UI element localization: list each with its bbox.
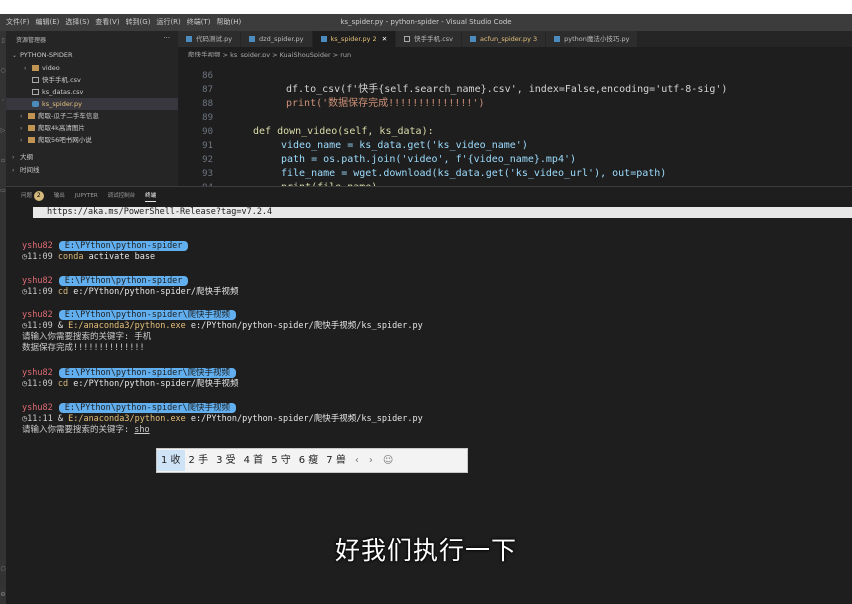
close-icon[interactable]: ✕ — [382, 35, 387, 43]
prompt-line: yshu82 E:\PYthon\python-spider\爬快手视频 — [22, 368, 237, 379]
prompt-line: yshu82 E:\PYthon\python-spider\爬快手视频 — [22, 403, 237, 414]
python-file-icon — [32, 101, 39, 107]
python-file-icon — [320, 36, 327, 42]
tab-output[interactable]: 输出 — [54, 190, 65, 202]
tree-item-novel[interactable]: › 爬取56吧书网小说 — [6, 134, 192, 146]
editor-tabs: 代码测试.py dzd_spider.py ks_spider.py 2 ✕ 快手… — [178, 31, 852, 47]
timeline-section[interactable]: › 时间线 — [6, 164, 184, 176]
folder-icon — [28, 137, 35, 143]
file-icon — [32, 89, 39, 95]
ime-candidate-5[interactable]: 5 守 — [267, 450, 295, 471]
ime-candidate-4[interactable]: 4 首 — [240, 450, 268, 471]
ime-composition-text[interactable]: sho — [134, 425, 149, 435]
tab-terminal[interactable]: 终端 — [145, 190, 157, 202]
tree-item-video[interactable]: › video — [6, 62, 196, 74]
tab-problems[interactable]: 问题 2 — [21, 190, 44, 202]
folder-icon — [32, 65, 39, 71]
python-file-icon — [186, 36, 192, 42]
command-line: ◷11:11 & E:/anaconda3/python.exe e:/PYth… — [22, 414, 423, 424]
video-subtitle: 好我们执行一下 — [334, 536, 517, 565]
code-line: 94 — [178, 167, 214, 193]
tab-jupyter[interactable]: JUPYTER — [75, 190, 98, 202]
tab-ks-spider[interactable]: ks_spider.py 2 ✕ — [312, 31, 397, 47]
command-line: ◷11:09 & E:/anaconda3/python.exe e:/PYth… — [22, 321, 423, 331]
vscode-window: 文件(F) 编辑(E) 选择(S) 查看(V) 转到(G) 运行(R) 终端(T… — [0, 14, 852, 604]
ime-candidate-7[interactable]: 7 兽 — [322, 450, 350, 471]
file-icon — [404, 36, 411, 42]
ime-candidate-6[interactable]: 6 瘦 — [295, 450, 323, 471]
window-title: ks_spider.py - python-spider - Visual St… — [340, 18, 512, 26]
python-file-icon — [470, 36, 477, 42]
user-label: yshu82 — [22, 241, 53, 251]
python-file-icon — [554, 36, 561, 42]
tree-item-guazi[interactable]: › 爬取-瓜子二手车信息 — [6, 110, 192, 122]
prompt-line: yshu82 E:\PYthon\python-spider\爬快手视频 — [22, 310, 237, 321]
user-label: yshu82 — [22, 368, 53, 378]
tab-acfun-spider[interactable]: acfun_spider.py 3 — [462, 31, 547, 47]
problem-count-badge: 2 — [33, 191, 44, 201]
output-line: 数据保存完成!!!!!!!!!!!!!! — [22, 343, 145, 353]
ime-prev-page-icon[interactable]: ‹ — [350, 455, 364, 466]
tree-item-4k-images[interactable]: › 爬取4k高清图片 — [6, 122, 192, 134]
code-editor[interactable]: 86 df.to_csv(f'快手{self.search_name}.csv'… — [178, 57, 852, 193]
ime-emoji-icon[interactable]: ☺ — [378, 455, 398, 466]
tab-python-tips[interactable]: python魔法小技巧.py — [546, 31, 639, 47]
path-badge: E:\PYthon\python-spider\爬快手视频 — [58, 368, 237, 378]
folder-icon — [28, 113, 35, 119]
tree-item-ks-spider-py[interactable]: ks_spider.py 2 — [6, 98, 204, 110]
outline-section[interactable]: › 大纲 — [6, 151, 184, 163]
file-icon — [32, 77, 39, 83]
command-line: ◷11:09 conda activate base — [22, 252, 156, 262]
path-badge: E:\PYthon\python-spider — [58, 276, 189, 286]
tab-dzd-spider[interactable]: dzd_spider.py — [241, 31, 313, 47]
path-badge: E:\PYthon\python-spider — [58, 241, 189, 251]
prompt-line: yshu82 E:\PYthon\python-spider — [22, 276, 189, 287]
python-file-icon — [249, 36, 256, 42]
chevron-right-icon: › — [12, 154, 15, 161]
chevron-down-icon: ⌄ — [12, 52, 18, 59]
code-line: 87 print('数据保存完成!!!!!!!!!!!!!!') — [202, 85, 485, 109]
code-line: 91 path = os.path.join('video', f'{video… — [202, 141, 577, 165]
code-line: 88 — [202, 99, 213, 109]
command-line: ◷11:09 cd e:/PYthon/python-spider/爬快手视频 — [22, 287, 239, 297]
project-root[interactable]: ⌄ PYTHON-SPIDER — [6, 49, 184, 61]
explorer-sidebar: 资源管理器 ··· ⌄ PYTHON-SPIDER › video 快手手机.csv… — [6, 31, 204, 186]
input-prompt: 请输入你需要搜索的关键字: — [22, 425, 135, 435]
folder-icon — [28, 125, 35, 131]
ime-next-page-icon[interactable]: › — [364, 455, 378, 466]
code-line: 86 df.to_csv(f'快手{self.search_name}.csv'… — [202, 71, 728, 95]
tab-debug-console[interactable]: 调试控制台 — [108, 190, 136, 202]
prompt-line: yshu82 E:\PYthon\python-spider — [22, 241, 189, 252]
ime-candidate-bar: 1 收 2 手 3 受 4 首 5 守 6 瘦 7 兽 ‹ › ☺ — [156, 448, 468, 473]
code-line: 89 def down_video(self, ks_data): — [202, 113, 434, 137]
more-actions-icon[interactable]: ··· — [163, 34, 170, 42]
user-label: yshu82 — [22, 276, 53, 286]
input-line[interactable]: 请输入你需要搜索的关键字: sho — [22, 425, 150, 436]
path-badge: E:\PYthon\python-spider\爬快手视频 — [58, 310, 237, 320]
terminal-url-line[interactable]: https://aka.ms/PowerShell-Release?tag=v7… — [33, 207, 852, 218]
tree-item-ks-datas-csv[interactable]: ks_datas.csv — [6, 86, 204, 98]
panel-tabs: 问题 2 输出 JUPYTER 调试控制台 终端 — [21, 190, 157, 202]
tab-phone-csv[interactable]: 快手手机.csv — [396, 31, 463, 47]
explorer-header: 资源管理器 — [16, 37, 47, 44]
ime-candidate-3[interactable]: 3 受 — [212, 450, 240, 471]
chevron-right-icon: › — [20, 137, 23, 144]
tab-code-test[interactable]: 代码测试.py — [178, 31, 242, 47]
user-label: yshu82 — [22, 310, 53, 320]
title-bar: 文件(F) 编辑(E) 选择(S) 查看(V) 转到(G) 运行(R) 终端(T… — [0, 14, 852, 31]
ime-candidate-2[interactable]: 2 手 — [185, 450, 213, 471]
ime-candidate-1[interactable]: 1 收 — [157, 450, 185, 471]
tree-item-csv-phone[interactable]: 快手手机.csv — [6, 74, 204, 86]
chevron-right-icon: › — [12, 167, 15, 174]
user-label: yshu82 — [22, 403, 53, 413]
code-line: 90 video_name = ks_data.get('ks_video_na… — [202, 127, 528, 151]
code-line: 92 file_name = wget.download(ks_data.get… — [202, 155, 667, 179]
path-badge: E:\PYthon\python-spider\爬快手视频 — [58, 403, 237, 413]
output-line: 请输入你需要搜索的关键字: 手机 — [22, 332, 152, 342]
command-line: ◷11:09 cd e:/PYthon/python-spider/爬快手视频 — [22, 379, 239, 389]
code-line: 93 print(file_name) — [202, 169, 377, 193]
